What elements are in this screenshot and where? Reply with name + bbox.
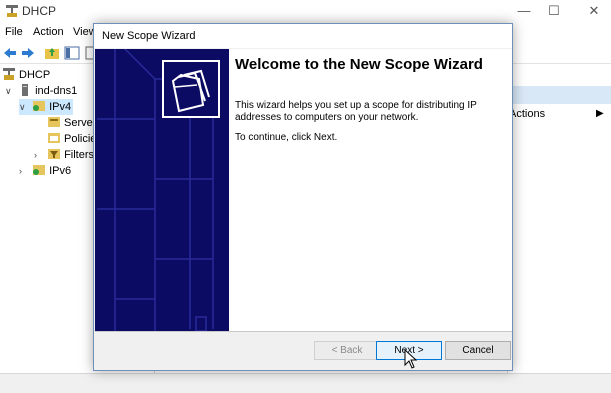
server-icon	[22, 84, 29, 96]
wizard-side-banner	[95, 49, 229, 331]
actions-header	[509, 86, 611, 104]
tree-label-server-options: Server	[64, 117, 97, 129]
tree-item-filters[interactable]: › Filters	[34, 147, 94, 163]
policies-icon	[48, 133, 60, 143]
mouse-cursor-icon	[404, 349, 418, 369]
wizard-title: New Scope Wizard	[102, 30, 196, 42]
up-folder-icon[interactable]	[44, 45, 60, 61]
wizard-heading: Welcome to the New Scope Wizard	[235, 56, 483, 73]
wizard-continue-text: To continue, click Next.	[235, 132, 338, 143]
ipv4-icon	[33, 101, 46, 111]
menu-action[interactable]: Action	[33, 26, 64, 38]
wizard-content: Welcome to the New Scope Wizard This wiz…	[229, 49, 512, 331]
forward-arrow-icon[interactable]	[20, 45, 36, 61]
tree-label-ipv4: IPv4	[49, 101, 72, 113]
cancel-button[interactable]: Cancel	[445, 341, 511, 360]
tree-label-server: ind-dns1	[35, 85, 78, 97]
wizard-description: This wizard helps you set up a scope for…	[235, 100, 477, 123]
back-arrow-icon[interactable]	[2, 45, 18, 61]
ipv6-icon	[33, 165, 46, 175]
tree-item-ipv4[interactable]: ∨ IPv4	[19, 99, 74, 115]
collapsed-chevron-icon[interactable]: ›	[34, 147, 44, 163]
dhcp-app-icon	[6, 5, 18, 17]
tree-label-ipv6: IPv6	[49, 165, 72, 177]
new-scope-wizard-dialog: New Scope Wizard Welcome to the New Scop…	[93, 23, 513, 371]
tree-item-ipv6[interactable]: › IPv6	[19, 163, 71, 179]
filters-icon	[48, 149, 61, 159]
maximize-button[interactable]: ☐	[542, 2, 566, 20]
expanded-chevron-icon[interactable]: ∨	[19, 99, 29, 115]
server-options-icon	[48, 117, 60, 127]
show-hide-tree-icon[interactable]	[64, 45, 80, 61]
expanded-chevron-icon[interactable]: ∨	[5, 83, 15, 99]
status-bar	[0, 373, 611, 393]
tree-item-policies[interactable]: Policie	[47, 131, 96, 147]
wizard-separator	[95, 331, 512, 332]
collapsed-chevron-icon[interactable]: ›	[19, 163, 29, 179]
back-button[interactable]: < Back	[314, 341, 380, 360]
minimize-button[interactable]: —	[512, 2, 536, 20]
close-button[interactable]: ✕	[582, 2, 606, 20]
dhcp-icon	[3, 68, 15, 80]
tree-label-dhcp: DHCP	[19, 69, 51, 81]
tree-item-dhcp[interactable]: DHCP	[2, 67, 50, 83]
window-title: DHCP	[22, 4, 57, 18]
tree-item-server[interactable]: ∨ ind-dns1	[5, 83, 77, 99]
menu-file[interactable]: File	[5, 26, 23, 38]
submenu-arrow-icon: ▶	[596, 108, 604, 119]
folder-icon	[162, 60, 220, 118]
wizard-banner-graphic	[95, 49, 229, 331]
tree-label-filters: Filters	[64, 149, 95, 161]
tree-label-policies: Policie	[64, 133, 97, 145]
tree-item-server-options[interactable]: Server	[47, 115, 96, 131]
more-actions-item[interactable]: Actions	[509, 108, 545, 120]
